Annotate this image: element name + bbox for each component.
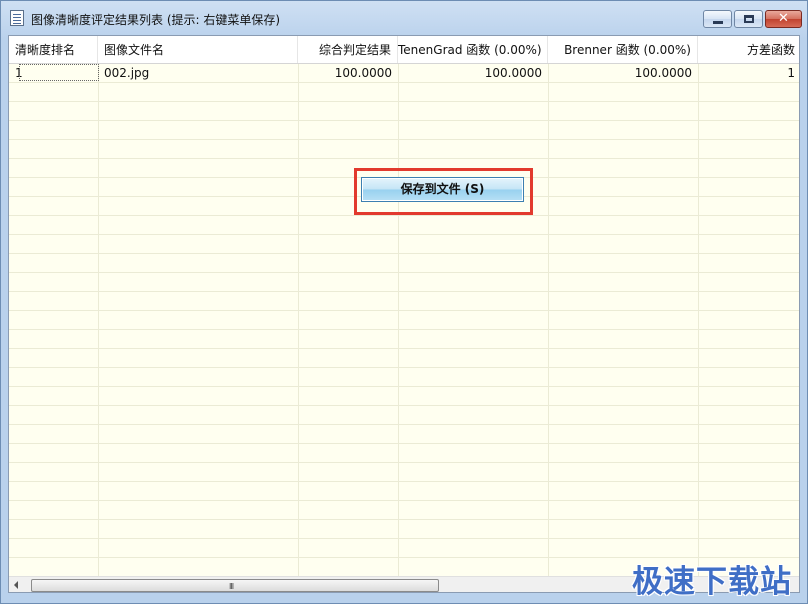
- save-to-file-menu-item[interactable]: 保存到文件 (S): [361, 177, 524, 202]
- maximize-icon: [744, 15, 754, 23]
- cell-brenner: 100.0000: [634, 66, 692, 80]
- scroll-left-arrow-icon[interactable]: [14, 581, 18, 589]
- cell-overall-result: 100.0000: [334, 66, 392, 80]
- watermark-logo: 极速下载站: [632, 564, 792, 600]
- table-row[interactable]: 1 002.jpg 100.0000 100.0000 100.0000 1: [9, 64, 799, 82]
- minimize-button[interactable]: [703, 10, 732, 28]
- column-divider: [548, 64, 549, 576]
- column-header-filename[interactable]: 图像文件名: [98, 36, 298, 63]
- column-divider: [98, 64, 99, 576]
- list-window-icon: [10, 10, 24, 26]
- close-icon: ✕: [778, 11, 789, 26]
- cell-tenengrad: 100.0000: [484, 66, 542, 80]
- scrollbar-thumb[interactable]: III: [31, 579, 439, 592]
- list-header: 清晰度排名 图像文件名 综合判定结果 TenenGrad 函数 (0.00%) …: [9, 36, 799, 64]
- column-header-overall-result[interactable]: 综合判定结果: [298, 36, 398, 63]
- app-window: 图像清晰度评定结果列表 (提示: 右键菜单保存) ✕ 清晰度排名 图像文件名 综…: [0, 0, 808, 604]
- results-list[interactable]: 清晰度排名 图像文件名 综合判定结果 TenenGrad 函数 (0.00%) …: [8, 35, 800, 593]
- column-header-rank[interactable]: 清晰度排名: [9, 36, 98, 63]
- column-divider: [298, 64, 299, 576]
- minimize-icon: [713, 21, 723, 24]
- list-rows-area[interactable]: [9, 64, 799, 576]
- close-button[interactable]: ✕: [765, 10, 802, 28]
- cell-filename: 002.jpg: [104, 66, 150, 80]
- column-divider: [698, 64, 699, 576]
- row-focus-rectangle: [19, 64, 99, 81]
- maximize-button[interactable]: [734, 10, 763, 28]
- title-bar[interactable]: 图像清晰度评定结果列表 (提示: 右键菜单保存) ✕: [1, 1, 807, 35]
- cell-variance: 1: [787, 66, 795, 80]
- column-divider: [398, 64, 399, 576]
- window-title: 图像清晰度评定结果列表 (提示: 右键菜单保存): [31, 13, 281, 27]
- column-header-tenengrad[interactable]: TenenGrad 函数 (0.00%): [398, 36, 548, 63]
- column-header-brenner[interactable]: Brenner 函数 (0.00%): [548, 36, 698, 63]
- column-header-variance[interactable]: 方差函数: [698, 36, 799, 63]
- scrollbar-grip-icon: III: [229, 582, 234, 591]
